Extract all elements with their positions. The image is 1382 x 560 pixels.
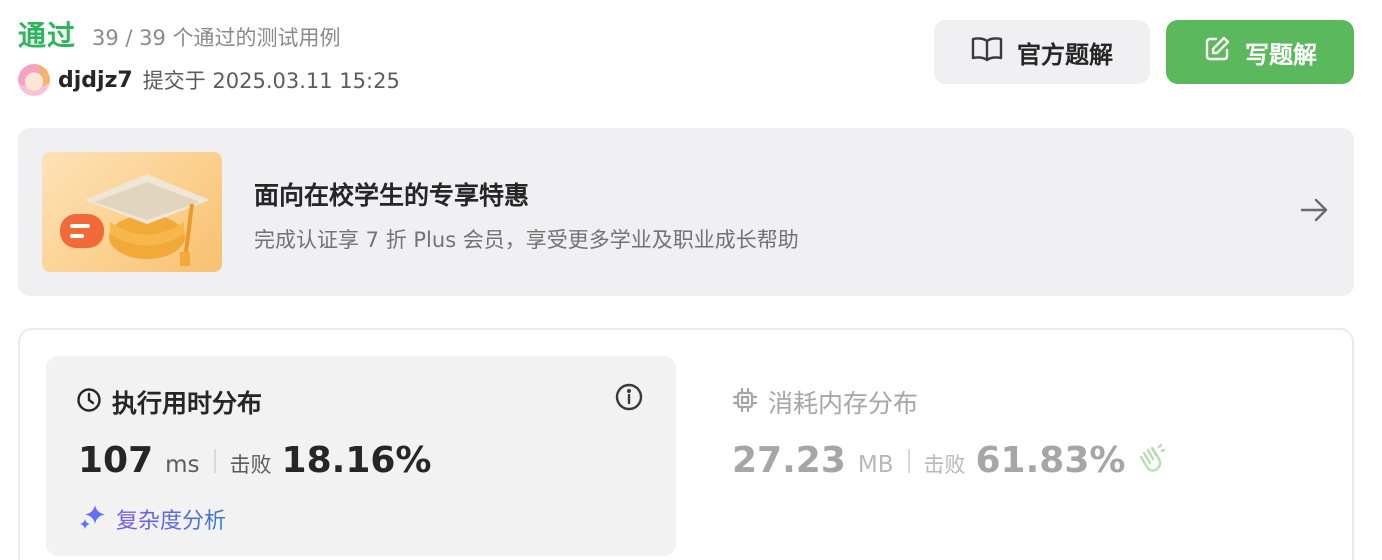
memory-beats-value: 61.83% (975, 440, 1126, 481)
memory-panel[interactable]: 消耗内存分布 27.23 MB 击败 61.83% (710, 356, 1330, 556)
chip-icon (732, 387, 758, 417)
runtime-beats-label: 击败 (229, 453, 272, 477)
promo-title: 面向在校学生的专享特惠 (254, 181, 530, 210)
submitter-row: djdjz7 提交于 2025.03.11 15:25 (18, 64, 400, 96)
runtime-value: 107 (78, 440, 154, 481)
runtime-beats-value: 18.16% (281, 440, 432, 481)
runtime-metric-row: 107 ms 击败 18.16% (78, 440, 432, 481)
sparkle-icon (78, 502, 108, 536)
official-solution-label: 官方题解 (1017, 40, 1113, 69)
info-icon[interactable] (614, 382, 644, 416)
clap-icon (1133, 443, 1166, 479)
status-row: 通过 39 / 39 个通过的测试用例 (18, 14, 341, 54)
edit-icon (1203, 35, 1245, 69)
complexity-analysis-label: 复杂度分析 (116, 503, 226, 535)
promo-subtitle: 完成认证享 7 折 Plus 会员，享受更多学业及职业成长帮助 (254, 228, 799, 252)
avatar[interactable] (18, 64, 50, 96)
memory-beats-label: 击败 (923, 453, 966, 477)
student-promo-banner[interactable]: 面向在校学生的专享特惠 完成认证享 7 折 Plus 会员，享受更多学业及职业成… (18, 128, 1354, 296)
arrow-right-icon[interactable] (1298, 194, 1330, 230)
divider (907, 448, 910, 473)
memory-value: 27.23 (732, 440, 846, 481)
runtime-panel[interactable]: 执行用时分布 107 ms 击败 18.16% 复杂度分析 (46, 356, 676, 556)
complexity-analysis-link[interactable]: 复杂度分析 (78, 502, 226, 536)
clock-icon (76, 387, 102, 417)
runtime-title: 执行用时分布 (112, 389, 263, 418)
submission-result-page: 通过 39 / 39 个通过的测试用例 djdjz7 提交于 2025.03.1… (0, 0, 1382, 560)
write-solution-button[interactable]: 写题解 (1166, 20, 1354, 84)
memory-header: 消耗内存分布 (732, 384, 918, 420)
write-solution-label: 写题解 (1245, 40, 1317, 69)
testcase-count: 39 / 39 个通过的测试用例 (92, 26, 341, 50)
status-title: 通过 (18, 19, 77, 52)
book-icon (971, 36, 1017, 68)
memory-unit: MB (857, 452, 894, 478)
stats-card: 执行用时分布 107 ms 击败 18.16% 复杂度分析 消耗内存分布 27.… (18, 328, 1354, 560)
submit-time: 提交于 2025.03.11 15:25 (142, 69, 400, 93)
memory-metric-row: 27.23 MB 击败 61.83% (732, 440, 1166, 481)
official-solution-button[interactable]: 官方题解 (934, 20, 1150, 84)
memory-title: 消耗内存分布 (768, 389, 919, 418)
divider (213, 448, 216, 473)
username[interactable]: djdjz7 (58, 68, 133, 93)
runtime-header: 执行用时分布 (76, 384, 262, 420)
runtime-unit: ms (165, 452, 200, 478)
graduation-cap-image (42, 152, 222, 272)
